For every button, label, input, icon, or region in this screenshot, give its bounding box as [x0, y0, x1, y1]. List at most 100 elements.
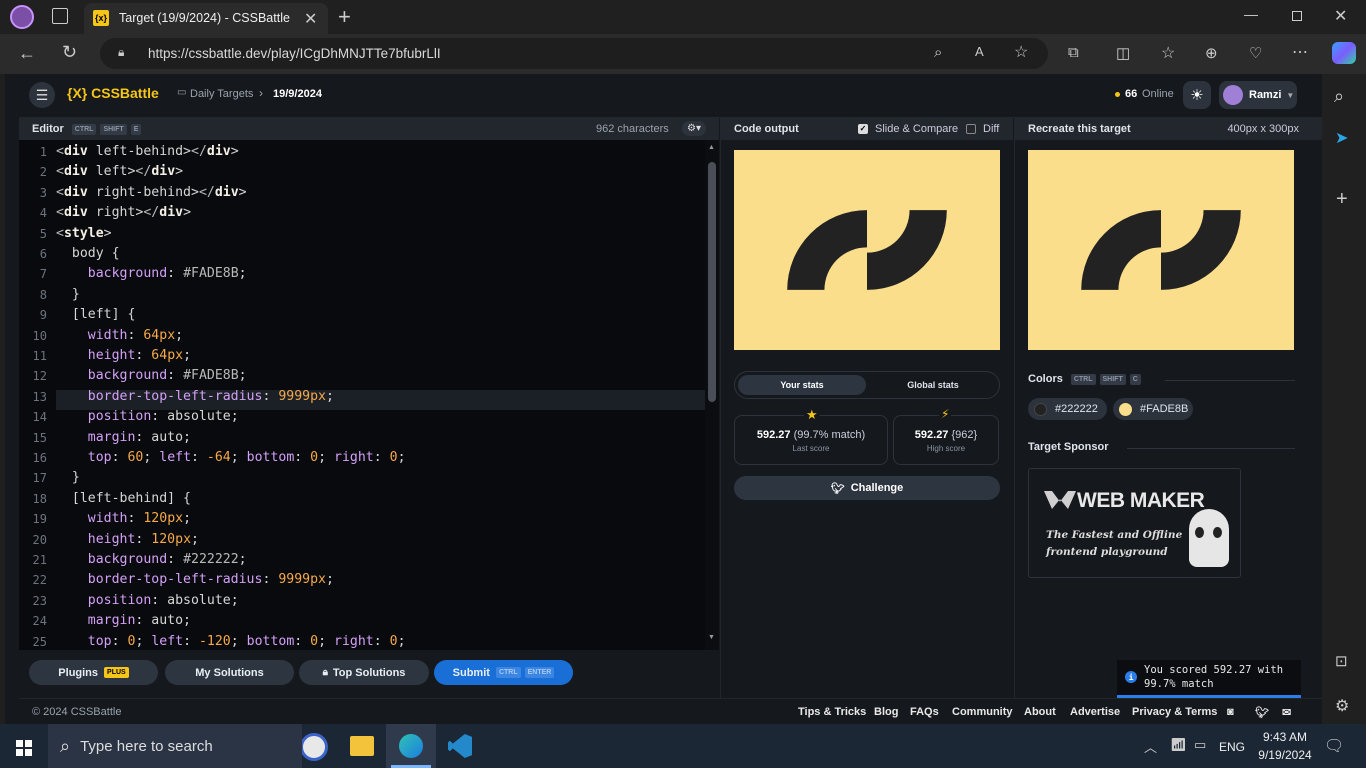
code-editor[interactable]: 1 <div left-behind></div> 2 <div left></div… [19, 140, 705, 650]
file-explorer-icon[interactable] [350, 736, 374, 756]
code-line[interactable]: <div left-behind></div> [56, 144, 239, 159]
sponsor-ad[interactable]: WEB MAKER The Fastest and Offline fronte… [1028, 468, 1241, 578]
slide-compare-label[interactable]: Slide & Compare [875, 123, 958, 135]
favorites-icon[interactable]: ☆ [1161, 43, 1175, 63]
clock-date[interactable]: 9/19/2024 [1254, 748, 1316, 762]
zoom-icon[interactable]: ⌕ [934, 44, 942, 61]
diff-label[interactable]: Diff [983, 123, 999, 135]
code-line[interactable]: position: absolute; [56, 409, 239, 424]
close-window-icon[interactable]: ✕ [1334, 6, 1347, 26]
code-line[interactable]: border-top-left-radius: 9999px; [56, 572, 334, 587]
active-tab[interactable]: {x} Target (19/9/2024) - CSSBattle ✕ [84, 3, 328, 34]
footer-link-about[interactable]: About [1024, 706, 1056, 718]
code-line[interactable]: top: 0; left: -120; bottom: 0; right: 0; [56, 634, 406, 649]
tab-actions-icon[interactable] [52, 8, 68, 24]
email-icon[interactable]: ✉ [1282, 706, 1291, 719]
code-output-preview[interactable] [734, 150, 1000, 350]
telegram-icon[interactable]: ➤ [1335, 128, 1348, 148]
language-indicator[interactable]: ENG [1219, 740, 1245, 754]
code-line[interactable]: border-top-left-radius: 9999px; [56, 389, 334, 404]
scroll-up-icon[interactable]: ▲ [708, 144, 715, 151]
code-line[interactable]: background: #222222; [56, 552, 247, 567]
split-screen-icon[interactable]: ◫ [1116, 44, 1130, 62]
wifi-icon[interactable]: 📶︎ [1170, 737, 1187, 753]
edge-browser-icon[interactable] [386, 724, 436, 768]
code-line[interactable]: width: 64px; [56, 328, 183, 343]
menu-button[interactable]: ☰ [29, 82, 55, 108]
favorite-star-icon[interactable]: ☆ [1014, 42, 1028, 62]
footer-link-community[interactable]: Community [952, 706, 1013, 718]
code-line[interactable]: <div right></div> [56, 205, 191, 220]
taskbar-search[interactable]: ⌕ Type here to search [48, 724, 302, 768]
my-solutions-button[interactable]: My Solutions [165, 660, 294, 685]
code-line[interactable]: height: 120px; [56, 532, 199, 547]
lock-icon[interactable]: 🔒︎ [118, 45, 124, 60]
challenge-button[interactable]: 🐦︎ Challenge [734, 476, 1000, 500]
minimize-icon[interactable]: — [1244, 6, 1258, 22]
code-line[interactable]: <div left></div> [56, 164, 183, 179]
code-line[interactable]: [left-behind] { [56, 491, 191, 506]
editor-scrollbar[interactable]: ▲ ▼ [705, 140, 719, 650]
refresh-icon[interactable]: ↻ [62, 42, 77, 63]
code-line[interactable]: top: 60; left: -64; bottom: 0; right: 0; [56, 450, 406, 465]
code-line[interactable]: margin: auto; [56, 430, 191, 445]
code-line[interactable]: position: absolute; [56, 593, 239, 608]
copilot-icon[interactable] [1332, 42, 1356, 64]
code-line[interactable]: background: #FADE8B; [56, 266, 247, 281]
tab-your-stats[interactable]: Your stats [738, 375, 866, 395]
slide-compare-checkbox[interactable]: ✓ [858, 124, 868, 134]
code-line[interactable]: margin: auto; [56, 613, 191, 628]
code-line[interactable]: <div right-behind></div> [56, 185, 247, 200]
notifications-icon[interactable]: 🗨︎ [1324, 736, 1344, 756]
address-bar[interactable]: 🔒︎ https://cssbattle.dev/play/ICgDhMNJTT… [100, 38, 1048, 69]
twitter-footer-icon[interactable]: 🐦︎ [1255, 706, 1269, 719]
add-sidebar-icon[interactable]: + [1336, 188, 1348, 211]
code-line[interactable]: <style> [56, 226, 112, 241]
top-solutions-button[interactable]: 🔒︎ Top Solutions [299, 660, 429, 685]
code-line[interactable]: height: 64px; [56, 348, 191, 363]
battery-icon[interactable]: ▭ [1194, 737, 1206, 753]
read-aloud-icon[interactable]: A [975, 44, 984, 59]
color-chip-yellow[interactable]: #FADE8B [1113, 398, 1193, 420]
tab-global-stats[interactable]: Global stats [869, 375, 997, 395]
footer-link-tips[interactable]: Tips & Tricks [798, 706, 866, 718]
diff-checkbox[interactable] [966, 124, 976, 134]
windows-start-icon[interactable] [16, 740, 32, 756]
code-line[interactable]: [left] { [56, 307, 136, 322]
score-toast[interactable]: i You scored 592.27 with 99.7% match [1117, 660, 1301, 698]
editor-settings-icon[interactable]: ⚙▾ [682, 121, 706, 136]
theme-toggle-button[interactable]: ☀ [1183, 81, 1211, 109]
url-text[interactable]: https://cssbattle.dev/play/ICgDhMNJTTe7b… [148, 46, 441, 61]
scrollbar-thumb[interactable] [708, 162, 716, 402]
back-icon[interactable]: ← [18, 43, 36, 64]
submit-button[interactable]: Submit CTRL ENTER [434, 660, 573, 685]
restore-icon[interactable] [1292, 11, 1302, 21]
scroll-down-icon[interactable]: ▼ [708, 634, 715, 641]
performance-icon[interactable]: ♡ [1249, 44, 1262, 62]
new-tab-icon[interactable]: + [338, 4, 351, 30]
user-menu[interactable]: Ramzi ▼ [1219, 81, 1297, 109]
collections-icon[interactable]: ⊕ [1205, 44, 1218, 62]
profile-avatar[interactable] [10, 5, 34, 29]
footer-link-blog[interactable]: Blog [874, 706, 898, 718]
taskbar-app-checklist-icon[interactable] [300, 733, 328, 761]
breadcrumb-parent[interactable]: Daily Targets [190, 88, 253, 100]
footer-link-privacy[interactable]: Privacy & Terms [1132, 706, 1217, 718]
code-line[interactable]: background: #FADE8B; [56, 368, 247, 383]
plugins-button[interactable]: Plugins PLUS [29, 660, 158, 685]
site-logo[interactable]: {X} CSSBattle [67, 85, 159, 101]
footer-link-advertise[interactable]: Advertise [1070, 706, 1120, 718]
more-menu-icon[interactable]: ⋯ [1292, 42, 1308, 62]
screenshot-icon[interactable]: ⊡ [1335, 652, 1348, 670]
vscode-icon[interactable] [448, 734, 472, 758]
settings-icon[interactable]: ⚙ [1335, 696, 1349, 716]
search-icon[interactable]: ⌕ [1334, 86, 1344, 107]
extensions-icon[interactable]: ⧉ [1068, 44, 1079, 61]
clock-time[interactable]: 9:43 AM [1258, 730, 1312, 744]
code-line[interactable]: } [56, 287, 80, 302]
tray-chevron-icon[interactable]: ︿ [1144, 737, 1157, 756]
footer-link-faqs[interactable]: FAQs [910, 706, 939, 718]
close-tab-icon[interactable]: ✕ [304, 9, 317, 29]
discord-icon[interactable]: ◙ [1227, 706, 1234, 718]
color-chip-dark[interactable]: #222222 [1028, 398, 1107, 420]
